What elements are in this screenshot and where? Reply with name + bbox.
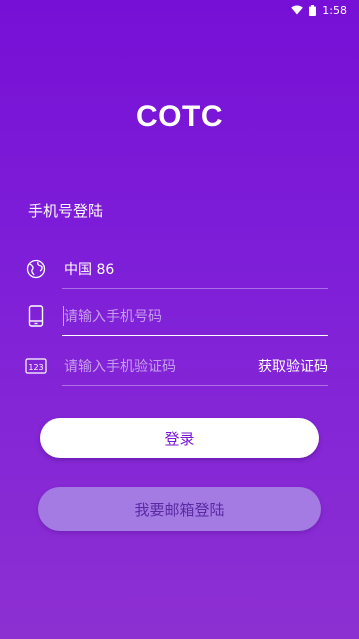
- country-value: 中国 86: [64, 262, 115, 278]
- globe-icon: [24, 257, 48, 281]
- country-selector[interactable]: 中国 86: [24, 249, 328, 289]
- status-time: 1:58: [322, 3, 347, 17]
- phone-input[interactable]: 请输入手机号码: [64, 306, 162, 326]
- battery-icon: [309, 4, 317, 16]
- country-underline: [62, 288, 328, 289]
- section-title: 手机号登陆: [28, 202, 104, 220]
- get-code-button[interactable]: 获取验证码: [258, 356, 328, 376]
- code-underline: [62, 385, 328, 386]
- phone-field[interactable]: 请输入手机号码: [24, 296, 328, 336]
- login-button[interactable]: 登录: [40, 418, 319, 458]
- status-bar: 1:58: [0, 0, 359, 20]
- app-title: COTC: [136, 100, 223, 133]
- phone-underline: [62, 334, 328, 336]
- email-login-button[interactable]: 我要邮箱登陆: [38, 487, 321, 531]
- login-screen: 1:58 COTC 手机号登陆 中国 86 请输入手机号码 123 请输入手机验…: [0, 0, 359, 639]
- svg-text:123: 123: [28, 363, 43, 372]
- wifi-icon: [291, 5, 304, 15]
- numeric-keypad-icon: 123: [24, 354, 48, 378]
- phone-icon: [24, 304, 48, 328]
- verification-code-field[interactable]: 123 请输入手机验证码 获取验证码: [24, 346, 328, 386]
- verification-code-input[interactable]: 请输入手机验证码: [64, 356, 176, 376]
